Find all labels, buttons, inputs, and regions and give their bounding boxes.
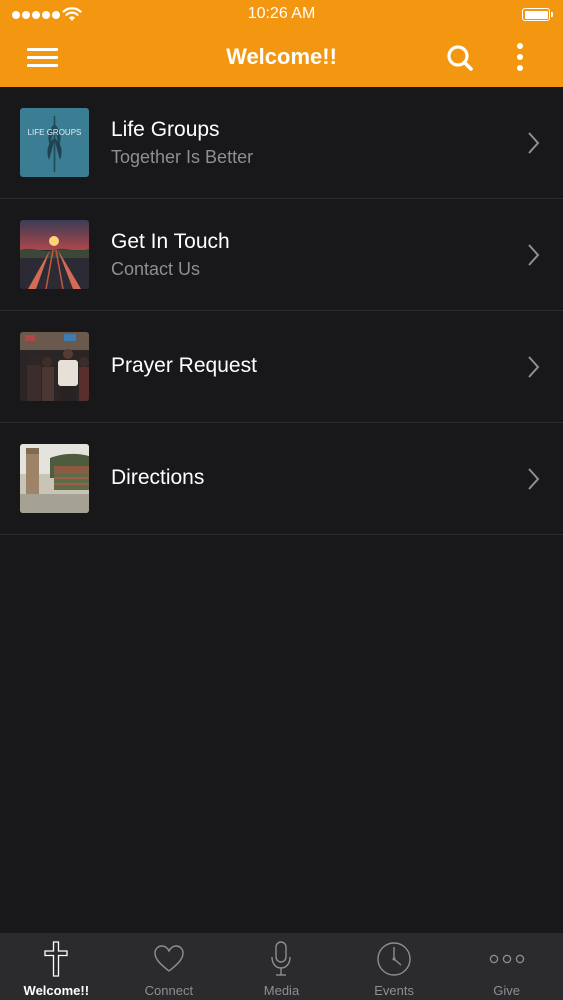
prayer-request-thumbnail <box>20 332 89 401</box>
battery-icon <box>522 8 553 21</box>
tab-welcome[interactable]: Welcome!! <box>0 933 113 1000</box>
chevron-right-icon <box>528 468 540 490</box>
list-item-life-groups[interactable]: LIFE GROUPS Life Groups Together Is Bett… <box>0 87 563 199</box>
tab-label: Events <box>374 983 414 998</box>
cross-icon <box>44 941 68 977</box>
get-in-touch-thumbnail <box>20 220 89 289</box>
tab-events[interactable]: Events <box>338 933 451 1000</box>
list-item-title: Life Groups <box>111 118 220 141</box>
more-vertical-icon[interactable] <box>510 41 530 75</box>
thumbnail-text: LIFE GROUPS <box>28 128 82 137</box>
tab-label: Welcome!! <box>23 983 90 998</box>
list-item-directions[interactable]: Directions <box>0 423 563 535</box>
tab-connect[interactable]: Connect <box>113 933 226 1000</box>
tab-bar: Welcome!! Connect Media Events Give <box>0 933 563 1000</box>
header: 10:26 AM Welcome!! <box>0 0 563 87</box>
chevron-right-icon <box>528 244 540 266</box>
hamburger-menu-icon[interactable] <box>27 45 59 69</box>
directions-thumbnail <box>20 444 89 513</box>
tab-label: Media <box>263 983 300 998</box>
heart-icon <box>154 945 184 972</box>
tab-label: Give <box>493 983 521 998</box>
life-groups-thumbnail: LIFE GROUPS <box>20 108 89 177</box>
list-item-title: Get In Touch <box>111 230 230 253</box>
list-item-title: Prayer Request <box>111 354 257 377</box>
list-item-prayer-request[interactable]: Prayer Request <box>0 311 563 423</box>
status-bar: 10:26 AM <box>0 0 563 30</box>
clock-icon <box>377 942 411 976</box>
menu-list: LIFE GROUPS Life Groups Together Is Bett… <box>0 87 563 535</box>
list-item-get-in-touch[interactable]: Get In Touch Contact Us <box>0 199 563 311</box>
page-title: Welcome!! <box>226 44 337 69</box>
search-icon[interactable] <box>444 42 476 74</box>
more-horizontal-icon <box>489 954 524 964</box>
nav-bar: Welcome!! <box>0 30 563 87</box>
tab-give[interactable]: Give <box>450 933 563 1000</box>
app-screen: 10:26 AM Welcome!! LIFE GROUPS Life Grou… <box>0 0 563 1000</box>
chevron-right-icon <box>528 356 540 378</box>
tab-media[interactable]: Media <box>225 933 338 1000</box>
status-time: 10:26 AM <box>247 5 316 22</box>
list-item-subtitle: Together Is Better <box>111 147 254 167</box>
chevron-right-icon <box>528 132 540 154</box>
list-item-title: Directions <box>111 466 205 489</box>
microphone-icon <box>271 941 292 976</box>
list-item-subtitle: Contact Us <box>111 259 201 279</box>
tab-label: Connect <box>144 983 194 998</box>
